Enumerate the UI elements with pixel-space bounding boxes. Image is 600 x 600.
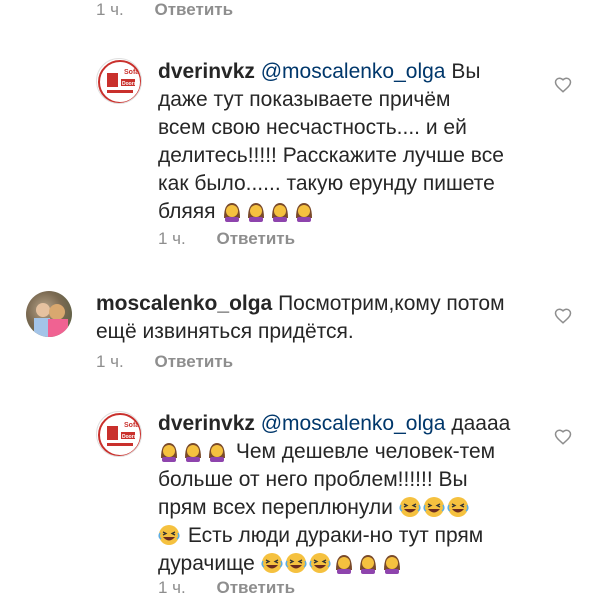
- woman-emoji: [269, 200, 291, 222]
- comment-username[interactable]: dverinvkz: [158, 412, 255, 435]
- laughing-emoji: [309, 552, 331, 574]
- laughing-emoji: [261, 552, 283, 574]
- woman-emoji: [293, 200, 315, 222]
- laughing-emoji: [399, 496, 421, 518]
- svg-text:Sofa: Sofa: [124, 422, 139, 429]
- like-heart-icon[interactable]: [554, 428, 572, 446]
- comment-time: 1 ч.: [96, 352, 124, 371]
- woman-emoji: [158, 440, 180, 462]
- woman-emoji: [357, 552, 379, 574]
- laughing-emoji: [158, 524, 180, 546]
- woman-emoji: [381, 552, 403, 574]
- svg-text:Doors: Doors: [122, 434, 137, 440]
- comment-username[interactable]: dverinvkz: [158, 60, 255, 83]
- comment-time: 1 ч.: [158, 229, 186, 248]
- comment-meta: 1 ч. Ответить: [96, 352, 233, 372]
- reply-button[interactable]: Ответить: [155, 352, 234, 371]
- like-heart-icon[interactable]: [554, 307, 572, 325]
- comment-time: 1 ч.: [158, 578, 186, 597]
- reply-button[interactable]: Ответить: [217, 229, 296, 248]
- comment-meta: 1 ч. Ответить: [96, 0, 233, 20]
- comment-meta: 1 ч. Ответить: [158, 578, 295, 598]
- comment-meta: 1 ч. Ответить: [158, 229, 295, 249]
- comment-mention[interactable]: @moscalenko_olga: [261, 412, 446, 435]
- woman-emoji: [221, 200, 243, 222]
- user-photo-icon: [34, 303, 68, 337]
- comment-username[interactable]: moscalenko_olga: [96, 292, 272, 315]
- comment-text: moscalenko_olga Посмотрим,кому потом ещё…: [96, 292, 505, 343]
- reply-button[interactable]: Ответить: [217, 578, 296, 597]
- reply-button[interactable]: Ответить: [155, 0, 234, 19]
- woman-emoji: [245, 200, 267, 222]
- woman-emoji: [333, 552, 355, 574]
- comment-time: 1 ч.: [96, 0, 124, 19]
- laughing-emoji: [447, 496, 469, 518]
- woman-emoji: [182, 440, 204, 462]
- avatar[interactable]: Sofa Doors: [96, 58, 142, 104]
- comment-mention[interactable]: @moscalenko_olga: [261, 60, 446, 83]
- laughing-emoji: [285, 552, 307, 574]
- woman-emoji: [206, 440, 228, 462]
- store-logo-icon: Sofa Doors: [98, 413, 141, 456]
- svg-text:Doors: Doors: [122, 81, 137, 87]
- store-logo-icon: Sofa Doors: [98, 60, 141, 103]
- avatar[interactable]: Sofa Doors: [96, 411, 142, 457]
- comment-text: dverinvkz @moscalenko_olga Вы даже тут п…: [158, 60, 504, 223]
- svg-text:Sofa: Sofa: [124, 69, 139, 76]
- comment-text: dverinvkz @moscalenko_olga даааа Чем деш…: [158, 412, 511, 575]
- laughing-emoji: [423, 496, 445, 518]
- like-heart-icon[interactable]: [554, 76, 572, 94]
- avatar[interactable]: [26, 291, 72, 337]
